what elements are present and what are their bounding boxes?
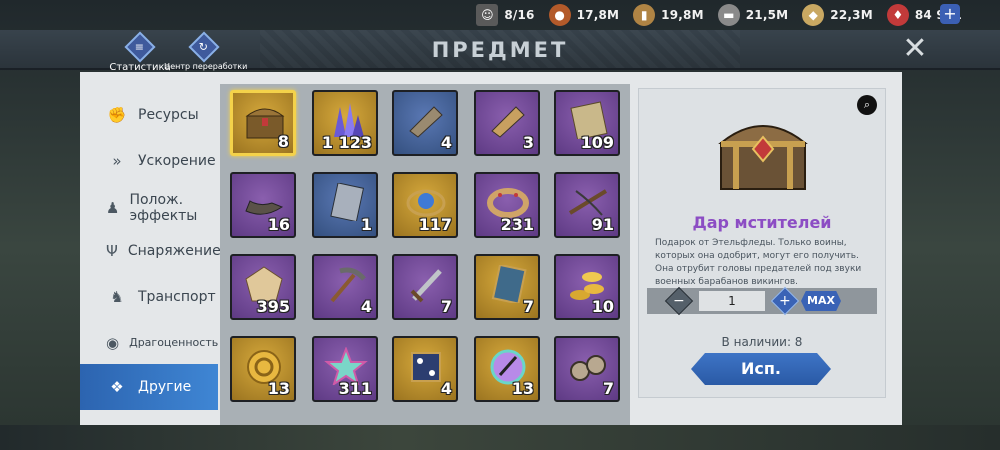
fist-icon: ✊ — [107, 106, 127, 124]
sidebar-item-label: Другие — [138, 379, 192, 395]
item-slot[interactable]: 4 — [312, 254, 378, 320]
item-slot[interactable]: 1 — [312, 172, 378, 238]
gem-icon: ◉ — [106, 334, 120, 352]
item-count: 395 — [256, 297, 290, 316]
sidebar-item-resources[interactable]: ✊ Ресурсы — [80, 106, 218, 124]
item-count: 117 — [418, 215, 452, 234]
quantity-stepper: − 1 + MAX — [647, 286, 877, 316]
sidebar-item-equipment[interactable]: Ψ Снаряжение — [80, 242, 221, 260]
sidebar-item-label: Снаряжение — [127, 243, 221, 259]
increase-button[interactable]: + — [770, 286, 800, 316]
item-slot[interactable]: 4 — [392, 336, 458, 402]
item-slot[interactable]: 7 — [554, 336, 620, 402]
resource-value: 17,8M — [576, 8, 620, 22]
item-slot[interactable]: 3 — [474, 90, 540, 156]
item-slot[interactable]: 109 — [554, 90, 620, 156]
sidebar-item-speedup[interactable]: » Ускорение — [80, 152, 218, 170]
horse-icon: ♞ — [110, 288, 124, 306]
item-grid: 8 1 123 4 3 109 16 1 117 231 91 395 4 7 … — [220, 84, 630, 425]
resource-bar: ☺ 8/16 ● 17,8M ▮ 19,8M ▬ 21,5M ◆ 22,3M ♦… — [0, 0, 1000, 30]
sidebar-item-buffs[interactable]: ♟ Полож. эффекты — [80, 192, 197, 224]
item-count: 231 — [500, 215, 534, 234]
recycle-icon: ↻ — [188, 31, 220, 63]
item-count: 109 — [580, 133, 614, 152]
item-slot[interactable]: 7 — [474, 254, 540, 320]
sidebar-item-label: Ресурсы — [138, 107, 199, 123]
resource-silver[interactable]: ◆ 22,3M — [802, 4, 873, 26]
close-icon[interactable]: ✕ — [900, 34, 930, 64]
item-slot[interactable]: 117 — [392, 172, 458, 238]
item-slot[interactable]: 13 — [474, 336, 540, 402]
list-icon: ≡ — [124, 31, 156, 63]
item-count: 311 — [338, 379, 372, 398]
add-resource-button[interactable]: + — [940, 4, 960, 24]
sidebar-item-label: Драгоценность — [129, 336, 219, 349]
stock-label: В наличии: 8 — [721, 335, 803, 349]
tab-label: Центр переработки — [164, 62, 248, 71]
item-slot[interactable]: 4 — [392, 90, 458, 156]
decrease-button[interactable]: − — [664, 286, 694, 316]
resource-iron[interactable]: ▬ 21,5M — [717, 4, 789, 26]
item-count: 1 — [360, 215, 372, 234]
item-count: 4 — [360, 297, 372, 316]
item-count: 16 — [267, 215, 290, 234]
item-slot[interactable]: 10 — [554, 254, 620, 320]
iron-icon: ▬ — [717, 4, 740, 26]
quantity-input[interactable]: 1 — [699, 291, 765, 311]
background-bottom — [0, 425, 1000, 450]
trident-icon: Ψ — [106, 242, 118, 260]
item-count: 4 — [440, 133, 452, 152]
item-count: 3 — [522, 133, 534, 152]
item-slot[interactable]: 311 — [312, 336, 378, 402]
sidebar-item-transport[interactable]: ♞ Транспорт — [80, 288, 218, 306]
ruby-icon: ♦ — [886, 4, 909, 26]
resource-value: 8/16 — [504, 8, 535, 22]
wood-icon: ▮ — [633, 4, 656, 26]
fast-forward-icon: » — [112, 152, 122, 170]
max-button[interactable]: MAX — [801, 291, 841, 311]
sidebar-item-label: Полож. эффекты — [129, 192, 198, 224]
item-name: Дар мстителей — [692, 213, 832, 232]
item-slot[interactable]: 7 — [392, 254, 458, 320]
player-portrait-icon: ☺ — [476, 4, 499, 26]
resource-value: 21,5M — [745, 8, 789, 22]
resource-wood[interactable]: ▮ 19,8M — [633, 4, 704, 26]
item-slot[interactable]: 395 — [230, 254, 296, 320]
silver-icon: ◆ — [802, 4, 825, 26]
item-count: 91 — [591, 215, 614, 234]
item-detail-panel: ⌕ Дар мстителей Подарок от Этельфледы. Т… — [638, 88, 886, 398]
resource-value: 22,3M — [830, 8, 873, 22]
tab-recycle-center[interactable]: ↻ Центр переработки — [164, 31, 248, 71]
item-count: 4 — [440, 379, 452, 398]
item-description: Подарок от Этельфледы. Только воины, кот… — [655, 238, 862, 287]
item-count: 13 — [267, 379, 290, 398]
meat-icon: ● — [548, 4, 571, 26]
magnifier-icon[interactable]: ⌕ — [857, 95, 877, 115]
item-slot[interactable]: 91 — [554, 172, 620, 238]
item-count: 7 — [522, 297, 534, 316]
item-count: 10 — [591, 297, 614, 316]
use-button[interactable]: Исп. — [691, 353, 831, 385]
item-slot[interactable]: 16 — [230, 172, 296, 238]
resource-value: 19,8M — [661, 8, 704, 22]
dots-icon: ❖ — [110, 378, 124, 396]
item-slot[interactable]: 13 — [230, 336, 296, 402]
treasure-chest-image — [713, 111, 813, 193]
sidebar-item-label: Транспорт — [138, 289, 216, 305]
item-count: 7 — [602, 379, 614, 398]
sidebar-item-label: Ускорение — [138, 153, 216, 169]
item-slot[interactable]: 1 123 — [312, 90, 378, 156]
sidebar-item-other[interactable]: ❖ Другие — [80, 364, 218, 410]
sidebar-item-jewels[interactable]: ◉ Драгоценность — [80, 334, 218, 352]
item-count: 1 123 — [321, 133, 372, 152]
item-slot[interactable]: 231 — [474, 172, 540, 238]
resource-meat[interactable]: ● 17,8M — [548, 4, 620, 26]
item-count: 8 — [277, 132, 289, 151]
item-slot[interactable]: 8 — [230, 90, 296, 156]
item-count: 7 — [440, 297, 452, 316]
item-count: 13 — [511, 379, 534, 398]
figure-icon: ♟ — [106, 199, 120, 217]
resource-troops[interactable]: ☺ 8/16 — [476, 4, 534, 26]
